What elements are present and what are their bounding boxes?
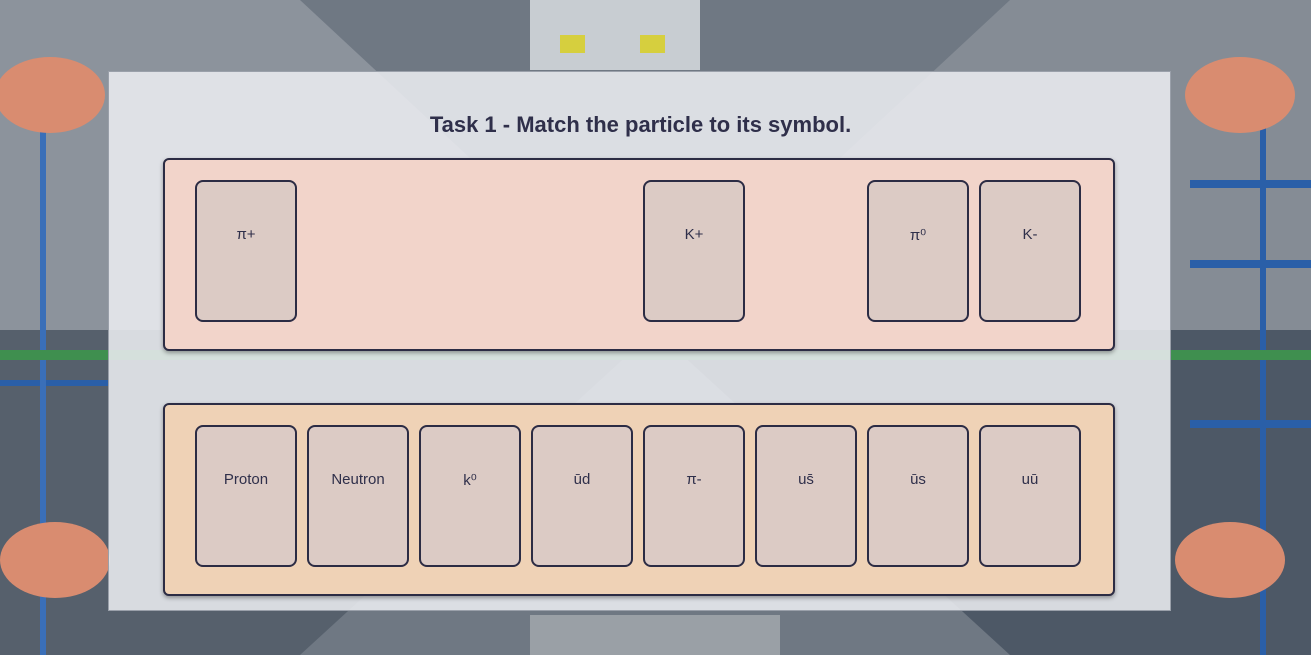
task-panel: Task 1 - Match the particle to its symbo… (108, 71, 1171, 611)
particle-card-neutron[interactable]: Neutron (307, 425, 409, 567)
particle-card-proton[interactable]: Proton (195, 425, 297, 567)
particle-card-tray[interactable]: Proton Neutron k⁰ ūd π- us̄ ūs uū (163, 403, 1115, 596)
particle-card-ubar-d[interactable]: ūd (531, 425, 633, 567)
symbol-drop-zone[interactable]: π+ K+ π⁰ K- (163, 158, 1115, 351)
particle-card-pi-minus[interactable]: π- (643, 425, 745, 567)
card-label: Proton (223, 471, 269, 488)
card-label: ūs (910, 471, 926, 488)
symbol-card-pi-zero[interactable]: π⁰ (867, 180, 969, 322)
particle-card-k-zero[interactable]: k⁰ (419, 425, 521, 567)
symbol-card-pi-plus[interactable]: π+ (195, 180, 297, 322)
card-label: us̄ (798, 471, 814, 488)
particle-card-ubar-s[interactable]: ūs (867, 425, 969, 567)
card-label: ūd (573, 471, 591, 488)
card-label: K- (1022, 226, 1038, 243)
card-label: uū (1021, 471, 1039, 488)
card-label: π+ (236, 226, 256, 243)
card-label: Neutron (331, 471, 385, 488)
symbol-card-k-plus[interactable]: K+ (643, 180, 745, 322)
card-label: K+ (684, 226, 704, 243)
card-label: π⁰ (909, 227, 927, 244)
card-label: π- (686, 471, 702, 488)
symbol-card-k-minus[interactable]: K- (979, 180, 1081, 322)
particle-card-u-sbar[interactable]: us̄ (755, 425, 857, 567)
card-label: k⁰ (463, 472, 477, 489)
particle-card-u-ubar[interactable]: uū (979, 425, 1081, 567)
task-title: Task 1 - Match the particle to its symbo… (429, 112, 852, 137)
